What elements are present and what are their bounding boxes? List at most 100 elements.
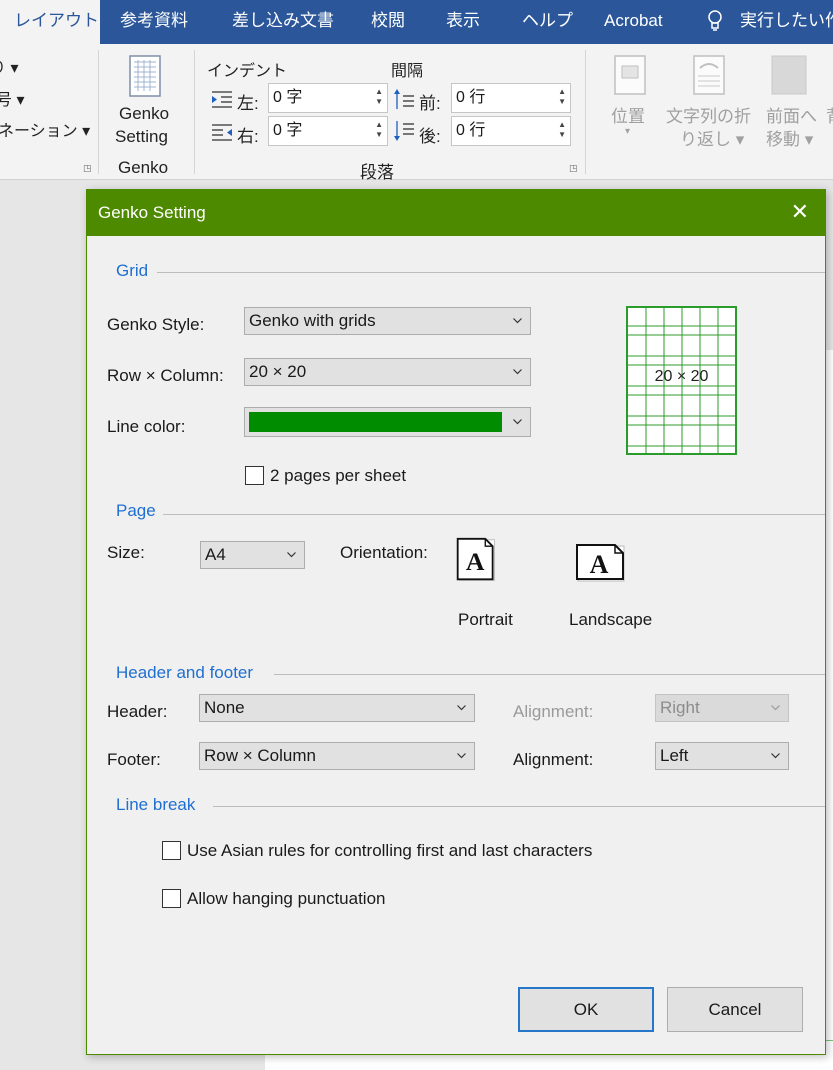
ribbon-item-partial-1[interactable]: り ▾ bbox=[0, 54, 18, 78]
header-label: Header: bbox=[107, 702, 168, 721]
spacing-after-icon bbox=[394, 121, 414, 141]
hanging-punctuation-label: Allow hanging punctuation bbox=[187, 889, 386, 908]
ribbon-separator bbox=[194, 50, 195, 174]
indent-heading: インデント bbox=[207, 63, 288, 80]
footer-value: Row × Column bbox=[204, 746, 316, 765]
ribbon-tab-bar: レイアウト 参考資料 差し込み文書 校閲 表示 ヘルプ Acrobat 実行した… bbox=[0, 0, 833, 44]
spin-arrows-icon[interactable]: ▲ ▼ bbox=[558, 120, 566, 140]
size-value: A4 bbox=[205, 545, 226, 564]
svg-text:A: A bbox=[466, 547, 485, 576]
dialog-titlebar[interactable]: Genko Setting ✕ bbox=[87, 190, 825, 236]
ribbon-separator bbox=[585, 50, 586, 174]
genko-setting-button[interactable]: Genko Setting bbox=[108, 50, 186, 146]
spin-arrows-icon[interactable]: ▲ ▼ bbox=[375, 87, 383, 107]
cancel-button[interactable]: Cancel bbox=[667, 987, 803, 1032]
chevron-down-icon: ▾ bbox=[625, 126, 631, 137]
footer-label: Footer: bbox=[107, 750, 161, 769]
send-backward-button-partial[interactable]: 背 bbox=[826, 102, 833, 127]
genko-style-label: Genko Style: bbox=[107, 315, 205, 334]
row-column-select[interactable]: 20 × 20 bbox=[244, 358, 531, 386]
row-column-label: Row × Column: bbox=[107, 366, 224, 385]
divider bbox=[157, 272, 825, 273]
genko-setting-label-line1: Genko bbox=[119, 104, 170, 123]
paragraph-group-label: 段落 bbox=[360, 163, 394, 182]
spacing-after-value: 0 行 bbox=[456, 122, 486, 139]
ribbon-item-partial-2[interactable]: 号 ▾ bbox=[0, 86, 24, 110]
footer-alignment-value: Left bbox=[660, 746, 689, 765]
indent-left-icon bbox=[212, 91, 232, 108]
grid-preview: 20 × 20 bbox=[626, 306, 737, 455]
close-icon[interactable]: ✕ bbox=[791, 200, 809, 224]
dialog-title: Genko Setting bbox=[98, 203, 206, 222]
header-select[interactable]: None bbox=[199, 694, 475, 722]
tab-review[interactable]: 校閲 bbox=[371, 0, 405, 44]
lightbulb-icon[interactable] bbox=[707, 10, 723, 32]
grid-preview-label: 20 × 20 bbox=[654, 368, 709, 385]
position-button[interactable]: 位置 bbox=[611, 102, 645, 127]
indent-left-value: 0 字 bbox=[273, 89, 303, 106]
spacing-before-value: 0 行 bbox=[456, 89, 486, 106]
two-pages-checkbox[interactable] bbox=[245, 466, 264, 485]
line-color-select[interactable] bbox=[244, 407, 531, 437]
page-section-heading: Page bbox=[116, 501, 156, 520]
grid-section-heading: Grid bbox=[116, 261, 149, 280]
tab-view[interactable]: 表示 bbox=[446, 0, 480, 44]
portrait-orientation-icon[interactable]: A bbox=[452, 537, 502, 583]
tab-layout[interactable]: レイアウト bbox=[0, 0, 100, 44]
spacing-before-input[interactable]: 0 行 ▲ ▼ bbox=[451, 83, 571, 113]
spin-arrows-icon[interactable]: ▲ ▼ bbox=[375, 120, 383, 140]
spacing-before-icon bbox=[394, 89, 414, 109]
ok-button[interactable]: OK bbox=[518, 987, 654, 1032]
hanging-punctuation-checkbox[interactable] bbox=[162, 889, 181, 908]
genko-style-select[interactable]: Genko with grids bbox=[244, 307, 531, 335]
paragraph-dialog-launcher-icon[interactable]: ◳ bbox=[569, 163, 579, 173]
spin-arrows-icon[interactable]: ▲ ▼ bbox=[558, 87, 566, 107]
size-select[interactable]: A4 bbox=[200, 541, 305, 569]
divider bbox=[213, 806, 825, 807]
tab-help[interactable]: ヘルプ bbox=[522, 0, 573, 44]
chevron-down-icon bbox=[513, 369, 522, 375]
tab-references[interactable]: 参考資料 bbox=[120, 0, 188, 44]
header-alignment-select[interactable]: Right bbox=[655, 694, 789, 722]
wrap-text-button[interactable]: 文字列の折 bbox=[666, 102, 751, 127]
two-pages-label: 2 pages per sheet bbox=[270, 466, 407, 485]
spacing-after-input[interactable]: 0 行 ▲ ▼ bbox=[451, 116, 571, 146]
footer-alignment-select[interactable]: Left bbox=[655, 742, 789, 770]
chevron-down-icon bbox=[771, 705, 780, 711]
spacing-heading: 間隔 bbox=[391, 63, 424, 80]
ribbon-item-hyphenation[interactable]: ネーション ▾ bbox=[0, 117, 90, 141]
footer-select[interactable]: Row × Column bbox=[199, 742, 475, 770]
indent-left-label: 左: bbox=[237, 94, 259, 113]
indent-right-value: 0 字 bbox=[273, 122, 303, 139]
row-column-value: 20 × 20 bbox=[249, 362, 307, 381]
chevron-down-icon bbox=[771, 753, 780, 759]
header-alignment-value: Right bbox=[660, 698, 700, 717]
genko-setting-dialog: Genko Setting ✕ Grid Genko Style: Genko … bbox=[86, 189, 826, 1055]
genko-group-label: Genko bbox=[118, 158, 169, 177]
wrap-text-icon bbox=[693, 55, 725, 95]
tab-mailings[interactable]: 差し込み文書 bbox=[232, 0, 334, 44]
chevron-down-icon bbox=[457, 753, 466, 759]
indent-right-input[interactable]: 0 字 ▲ ▼ bbox=[268, 116, 388, 146]
asian-rules-checkbox[interactable] bbox=[162, 841, 181, 860]
header-footer-section-heading: Header and footer bbox=[116, 663, 254, 682]
spacing-before-label: 前: bbox=[419, 94, 441, 113]
landscape-orientation-icon[interactable]: A bbox=[575, 540, 625, 586]
indent-left-input[interactable]: 0 字 ▲ ▼ bbox=[268, 83, 388, 113]
bring-forward-label-line2: 移動 ▾ bbox=[766, 130, 814, 149]
spacing-after-label: 後: bbox=[419, 127, 441, 146]
chevron-down-icon bbox=[457, 705, 466, 711]
landscape-label[interactable]: Landscape bbox=[569, 610, 652, 630]
tell-me-search[interactable]: 実行したい作 bbox=[740, 0, 833, 44]
portrait-label[interactable]: Portrait bbox=[458, 610, 513, 630]
bring-forward-button[interactable]: 前面へ bbox=[766, 102, 817, 127]
asian-rules-label: Use Asian rules for controlling first an… bbox=[187, 841, 593, 860]
footer-alignment-label: Alignment: bbox=[513, 750, 594, 769]
dialog-launcher-icon[interactable]: ◳ bbox=[83, 163, 93, 173]
size-label: Size: bbox=[107, 543, 145, 562]
indent-right-label: 右: bbox=[237, 127, 259, 146]
wrap-text-label-line2: り返し ▾ bbox=[680, 130, 745, 149]
tab-acrobat[interactable]: Acrobat bbox=[604, 0, 663, 44]
divider bbox=[163, 514, 825, 515]
bring-forward-icon bbox=[771, 55, 807, 95]
